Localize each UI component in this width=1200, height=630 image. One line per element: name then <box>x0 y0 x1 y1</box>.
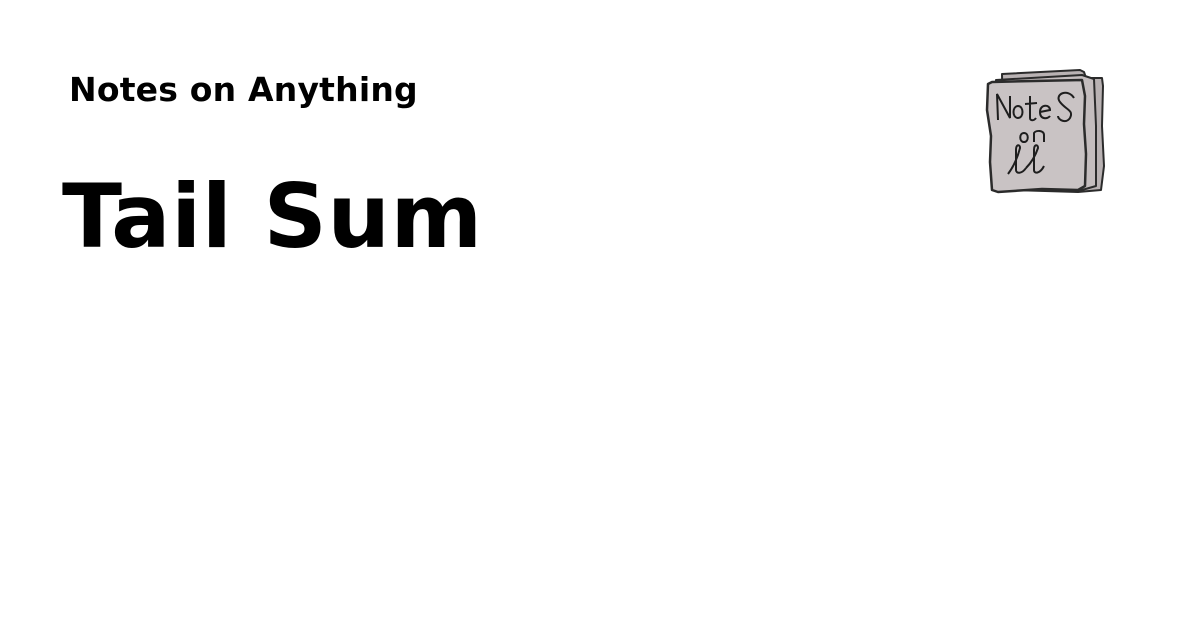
notebook-logo-icon <box>982 66 1106 196</box>
site-name: Notes on Anything <box>69 70 418 109</box>
social-card: Notes on Anything Tail Sum <box>0 0 1200 630</box>
post-title: Tail Sum <box>62 165 483 268</box>
